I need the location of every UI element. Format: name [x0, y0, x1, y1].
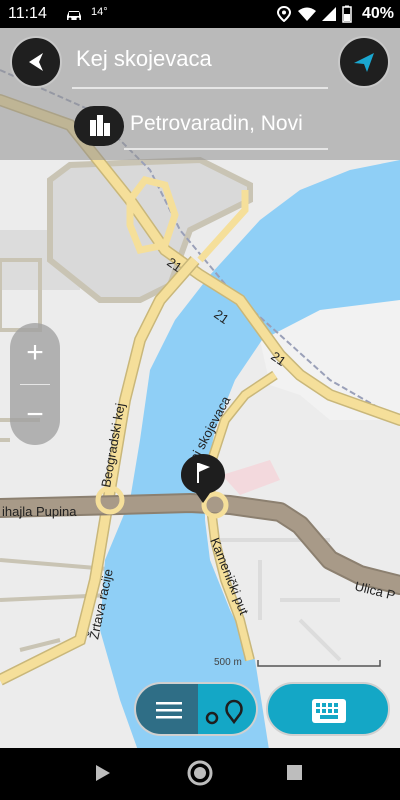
route-pins-icon — [205, 699, 243, 725]
keyboard-icon — [312, 699, 346, 723]
place-input-underline — [124, 148, 328, 150]
back-arrow-icon — [29, 53, 43, 71]
map-scale-label: 500 m — [214, 657, 242, 668]
zoom-out-button[interactable]: − — [10, 385, 60, 445]
wifi-icon — [298, 7, 316, 21]
location-icon — [277, 6, 291, 22]
zoom-control: + − — [10, 323, 60, 445]
nav-back-icon[interactable] — [96, 765, 110, 781]
main-menu-button[interactable] — [134, 682, 198, 736]
nav-recents-icon[interactable] — [287, 765, 302, 780]
destination-flag-pin[interactable] — [180, 453, 226, 505]
current-location-button[interactable] — [338, 36, 390, 88]
search-input[interactable]: Kej skojevaca — [76, 46, 212, 72]
keyboard-button[interactable] — [266, 682, 390, 736]
system-nav-bar — [0, 748, 400, 800]
status-time: 11:14 — [8, 5, 47, 22]
road-label-mihajla-pupina: ihajla Pupina — [2, 504, 77, 519]
status-battery: 40% — [361, 5, 394, 22]
place-type-button[interactable] — [74, 106, 124, 146]
status-temperature: 14° — [91, 6, 108, 18]
flag-pole — [197, 463, 199, 483]
signal-icon — [322, 7, 336, 21]
car-icon — [67, 11, 81, 21]
location-arrow-icon — [354, 53, 374, 72]
route-overview-button[interactable] — [198, 682, 258, 736]
search-input-underline — [72, 87, 328, 89]
place-input[interactable]: Petrovaradin, Novi — [130, 112, 320, 136]
status-bar: 11:14 14° 40% — [0, 0, 400, 28]
hamburger-menu-icon — [156, 702, 182, 719]
zoom-in-button[interactable]: + — [10, 323, 60, 383]
city-icon — [90, 115, 110, 136]
back-button[interactable] — [10, 36, 62, 88]
battery-icon — [342, 5, 352, 23]
